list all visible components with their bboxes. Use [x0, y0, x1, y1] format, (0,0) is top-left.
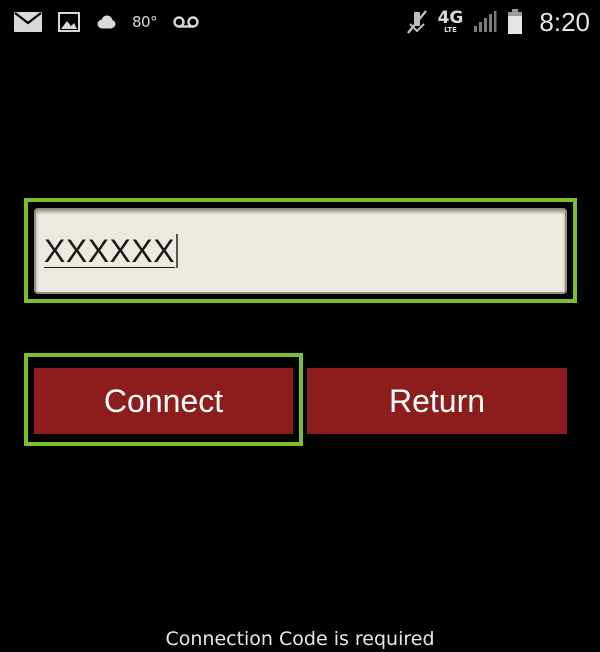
connection-code-value: XXXXXX — [44, 232, 176, 269]
status-bar-right: 4G LTE 8:20 — [406, 0, 590, 44]
clock-text: 8:20 — [539, 6, 590, 37]
validation-message: Connection Code is required — [165, 628, 435, 650]
mute-icon — [406, 9, 428, 35]
temperature-text: 80° — [132, 13, 158, 31]
voicemail-icon — [173, 15, 199, 29]
mail-icon — [14, 12, 42, 32]
cloud-icon — [96, 15, 116, 29]
connection-code-input[interactable]: XXXXXX — [34, 208, 567, 294]
return-button[interactable]: Return — [307, 368, 567, 434]
network-text: 4G — [437, 8, 464, 28]
network-type: 4G LTE — [438, 10, 464, 34]
network-sub-text: LTE — [444, 26, 457, 34]
status-bar-left: 80° — [14, 0, 199, 44]
image-icon — [58, 12, 80, 32]
status-bar: 80° 4G LTE 8:20 — [0, 0, 600, 44]
connect-button[interactable]: Connect — [34, 368, 293, 434]
app-screen: 80° 4G LTE 8:20 XXXXXX Connect Return Co… — [0, 0, 600, 652]
signal-icon — [473, 11, 497, 33]
text-caret — [176, 234, 179, 268]
battery-icon — [507, 9, 523, 35]
